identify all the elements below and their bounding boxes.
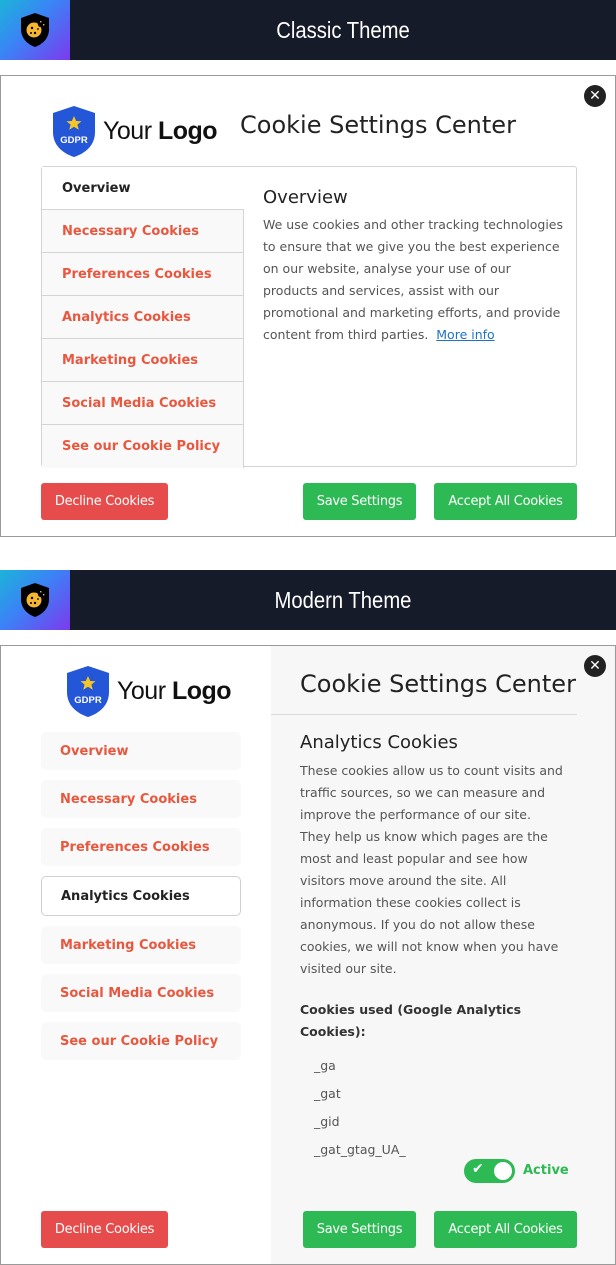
logo-text-logo: Logo xyxy=(171,677,232,705)
dialog-title: Cookie Settings Center xyxy=(300,670,576,698)
banner-title: Classic Theme xyxy=(276,16,410,43)
close-icon[interactable]: ✕ xyxy=(584,85,606,107)
save-settings-button[interactable]: Save Settings xyxy=(303,483,416,520)
cookie-item: _gat xyxy=(314,1086,341,1101)
logo: GDPR Your Logo xyxy=(51,105,218,158)
content-title: Overview xyxy=(263,187,348,208)
gdpr-badge-text: GDPR xyxy=(60,135,88,146)
logo: GDPR Your Logo xyxy=(65,665,232,718)
nav-item-social-media[interactable]: Social Media Cookies xyxy=(42,382,244,425)
nav-item-necessary[interactable]: Necessary Cookies xyxy=(42,210,244,253)
nav-item-necessary[interactable]: Necessary Cookies xyxy=(41,780,241,818)
logo-text: Your Logo xyxy=(103,117,218,146)
nav-item-analytics[interactable]: Analytics Cookies xyxy=(41,876,241,916)
nav-item-overview[interactable]: Overview xyxy=(41,732,241,770)
nav-item-preferences[interactable]: Preferences Cookies xyxy=(41,828,241,866)
gdpr-shield-icon: GDPR xyxy=(67,666,109,717)
gdpr-badge-text: GDPR xyxy=(74,695,102,706)
cookie-shield-icon xyxy=(21,13,49,47)
gdpr-shield-icon: GDPR xyxy=(53,106,95,157)
classic-cookie-dialog: ✕ GDPR Your Logo Cookie Settings Center … xyxy=(0,75,616,537)
content-pane: Analytics Cookies These cookies allow us… xyxy=(300,732,565,1170)
banner-title: Modern Theme xyxy=(274,586,412,613)
accept-all-cookies-button[interactable]: Accept All Cookies xyxy=(434,1211,577,1248)
modern-theme-banner: Modern Theme xyxy=(0,570,616,630)
accept-all-cookies-button[interactable]: Accept All Cookies xyxy=(434,483,577,520)
dialog-title: Cookie Settings Center xyxy=(240,111,516,139)
decline-cookies-button[interactable]: Decline Cookies xyxy=(41,483,168,520)
content-pane: Overview We use cookies and other tracki… xyxy=(263,187,563,346)
title-divider xyxy=(271,714,577,715)
logo-text-your: Your xyxy=(117,677,166,705)
nav-item-preferences[interactable]: Preferences Cookies xyxy=(42,253,244,296)
save-settings-button[interactable]: Save Settings xyxy=(303,1211,416,1248)
nav-item-marketing[interactable]: Marketing Cookies xyxy=(41,926,241,964)
cookie-shield-icon xyxy=(21,583,49,617)
nav-item-social-media[interactable]: Social Media Cookies xyxy=(41,974,241,1012)
check-icon: ✔ xyxy=(472,1161,484,1177)
nav-item-overview[interactable]: Overview xyxy=(42,167,244,210)
settings-box: Overview Necessary Cookies Preferences C… xyxy=(41,166,577,468)
more-info-link[interactable]: More info xyxy=(436,327,494,342)
banner-badge xyxy=(0,0,70,60)
logo-text-your: Your xyxy=(103,117,152,145)
content-text: We use cookies and other tracking techno… xyxy=(263,214,563,346)
content-paragraph: We use cookies and other tracking techno… xyxy=(263,217,564,342)
cookie-item: _gid xyxy=(314,1114,340,1129)
modern-content-area: ✕ Cookie Settings Center Analytics Cooki… xyxy=(271,646,615,1264)
decline-cookies-button[interactable]: Decline Cookies xyxy=(41,1211,168,1248)
cookie-list: _ga _gat _gid _gat_gtag_UA_ xyxy=(300,1058,565,1170)
banner-badge xyxy=(0,570,70,630)
toggle-status: Active xyxy=(523,1163,569,1178)
nav-item-cookie-policy[interactable]: See our Cookie Policy xyxy=(41,1022,241,1060)
logo-text-logo: Logo xyxy=(157,117,218,145)
close-icon[interactable]: ✕ xyxy=(584,655,606,677)
cookies-used-label: Cookies used (Google Analytics Cookies): xyxy=(300,1002,522,1039)
modern-sidebar: GDPR Your Logo Overview Necessary Cookie… xyxy=(1,646,271,1264)
analytics-toggle[interactable]: ✔ xyxy=(464,1159,515,1183)
modern-cookie-dialog: GDPR Your Logo Overview Necessary Cookie… xyxy=(0,645,616,1265)
content-title: Analytics Cookies xyxy=(300,732,458,753)
category-nav: Overview Necessary Cookies Preferences C… xyxy=(42,167,244,468)
nav-item-cookie-policy[interactable]: See our Cookie Policy xyxy=(42,425,244,468)
logo-text: Your Logo xyxy=(117,677,232,706)
content-paragraph: These cookies allow us to count visits a… xyxy=(300,763,563,976)
nav-item-marketing[interactable]: Marketing Cookies xyxy=(42,339,244,382)
cookie-item: _ga xyxy=(314,1058,336,1073)
nav-item-analytics[interactable]: Analytics Cookies xyxy=(42,296,244,339)
toggle-knob xyxy=(494,1162,512,1180)
classic-theme-banner: Classic Theme xyxy=(0,0,616,60)
